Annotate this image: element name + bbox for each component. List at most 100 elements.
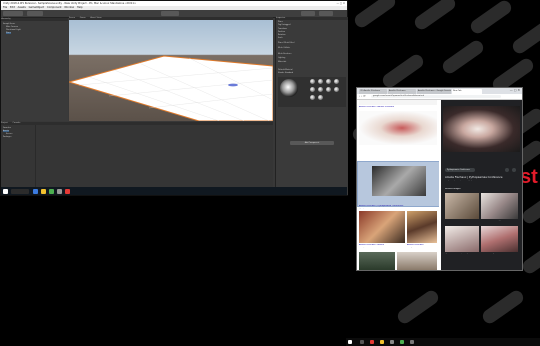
unity-icon[interactable] bbox=[57, 188, 62, 194]
app-icon[interactable] bbox=[65, 188, 70, 194]
material-thumb[interactable] bbox=[326, 79, 331, 84]
ground-plane bbox=[69, 55, 273, 121]
taskbar-app-icon[interactable] bbox=[370, 340, 374, 344]
mesh-filter-section[interactable]: Plane (Mesh Filter) bbox=[278, 42, 295, 44]
material-thumb[interactable] bbox=[318, 95, 323, 100]
layout-dropdown[interactable] bbox=[319, 11, 333, 16]
preview-title[interactable]: Amélie Fléchaux | Pythopéaméa Conférence bbox=[445, 176, 520, 179]
play-controls[interactable] bbox=[161, 11, 179, 16]
inspector-header[interactable]: Inspector bbox=[276, 17, 348, 20]
start-icon[interactable] bbox=[3, 188, 8, 194]
layers-dropdown[interactable] bbox=[301, 11, 315, 16]
tab-console[interactable]: Console bbox=[12, 122, 20, 124]
address-bar[interactable]: google.com/search?q=amelie+flechaux&tbm=… bbox=[371, 95, 501, 98]
materials-section[interactable]: Materials bbox=[278, 61, 286, 63]
menu-help[interactable]: Help bbox=[77, 6, 83, 9]
taskbar-app-icon[interactable] bbox=[380, 340, 384, 344]
rotation-row[interactable]: Rotation bbox=[278, 34, 286, 36]
position-row[interactable]: Position bbox=[278, 31, 285, 33]
scene-view[interactable] bbox=[69, 20, 273, 121]
material-thumb[interactable] bbox=[310, 95, 315, 100]
material-thumb[interactable] bbox=[310, 87, 315, 92]
save-icon[interactable] bbox=[512, 168, 516, 172]
unity-window[interactable]: Unity 2018.4.0f1 Personal - SampleScene.… bbox=[0, 0, 348, 196]
hierarchy-item[interactable]: Plane bbox=[6, 32, 11, 34]
related-caption[interactable]: Amélie Fléchaux: Ceeqq Belo... bbox=[481, 220, 518, 221]
mesh-collider-section[interactable]: Mesh Collider bbox=[278, 47, 290, 49]
source-label: Pythopéaméa Conférence bbox=[447, 169, 471, 171]
related-image[interactable] bbox=[481, 226, 518, 252]
hierarchy-item[interactable]: Main Camera bbox=[6, 26, 18, 28]
search-box[interactable] bbox=[11, 188, 29, 194]
project-folder[interactable]: Scenes bbox=[6, 133, 12, 135]
material-thumb[interactable] bbox=[334, 79, 339, 84]
copyright-note: Images may be subject to copyright. Lear… bbox=[445, 180, 484, 181]
material-thumb[interactable] bbox=[334, 87, 339, 92]
taskbar-app-icon[interactable] bbox=[360, 340, 364, 344]
hierarchy-item[interactable]: SampleScene bbox=[3, 23, 15, 25]
tab-asset-store[interactable]: Asset Store bbox=[90, 17, 101, 19]
menu-gameobject[interactable]: GameObject bbox=[29, 6, 45, 9]
scale-row[interactable]: Scale bbox=[278, 37, 283, 39]
menu-component[interactable]: Component bbox=[47, 6, 62, 9]
project-panel[interactable]: Favorites Assets Scenes Packages bbox=[1, 125, 273, 187]
lighting-section[interactable]: Lighting bbox=[278, 57, 285, 59]
hierarchy-item[interactable]: Directional Light bbox=[6, 29, 21, 31]
preview-image[interactable] bbox=[443, 106, 520, 152]
transform-tools[interactable] bbox=[3, 11, 23, 16]
menu-assets[interactable]: Assets bbox=[18, 6, 26, 9]
related-image[interactable] bbox=[445, 193, 479, 219]
result-image[interactable] bbox=[359, 252, 395, 270]
tag-field[interactable]: Tag Untagged bbox=[278, 24, 290, 26]
window-controls-icon[interactable]: — ▢ ✕ bbox=[510, 88, 520, 92]
edge-icon[interactable] bbox=[33, 188, 38, 194]
chrome-icon[interactable] bbox=[49, 188, 54, 194]
pivot-toggle[interactable] bbox=[27, 11, 43, 16]
share-icon[interactable] bbox=[505, 168, 509, 172]
tab-scene[interactable]: Scene bbox=[69, 17, 75, 19]
material-thumb[interactable] bbox=[318, 79, 323, 84]
taskbar-app-icon[interactable] bbox=[410, 340, 414, 344]
hierarchy-panel[interactable]: SampleScene Main Camera Directional Ligh… bbox=[1, 21, 68, 121]
project-folder[interactable]: Packages bbox=[3, 136, 11, 138]
result-image[interactable] bbox=[359, 111, 437, 145]
result-strip[interactable] bbox=[359, 100, 437, 105]
explorer-icon[interactable] bbox=[41, 188, 46, 194]
menu-edit[interactable]: Edit bbox=[10, 6, 15, 9]
result-image[interactable] bbox=[397, 252, 437, 270]
start-icon[interactable] bbox=[348, 340, 352, 344]
result-image[interactable] bbox=[359, 211, 405, 243]
taskbar-app-icon[interactable] bbox=[390, 340, 394, 344]
related-caption[interactable]: Amélie Fléchaux - Photo - La vie... bbox=[445, 220, 479, 221]
add-component-button[interactable]: Add Component bbox=[290, 141, 334, 145]
object-name[interactable]: Plane bbox=[278, 21, 283, 23]
image-preview-panel[interactable]: Pythopéaméa Conférence Amélie Fléchaux |… bbox=[441, 100, 522, 270]
tab-game[interactable]: Game bbox=[80, 17, 86, 19]
mesh-renderer-section[interactable]: Mesh Renderer bbox=[278, 53, 292, 55]
chrome-window[interactable]: (1) Amélie Fléchaux Amélie Fléchaux Amél… bbox=[356, 87, 523, 271]
selected-result[interactable] bbox=[357, 161, 439, 207]
material-thumb[interactable] bbox=[326, 87, 331, 92]
see-more-link[interactable]: See more bbox=[507, 188, 515, 189]
taskbar-app-icon[interactable] bbox=[400, 340, 404, 344]
inspector-panel[interactable]: Inspector Plane Tag Untagged Transform P… bbox=[275, 17, 348, 195]
related-caption[interactable]: I.J. Amélie Fléchaux | Artmajeur bbox=[445, 253, 479, 254]
material-thumb[interactable] bbox=[318, 87, 323, 92]
related-caption[interactable]: Artist of the day: Amélie Fléch... bbox=[481, 253, 518, 254]
menu-window[interactable]: Window bbox=[64, 6, 74, 9]
image-results[interactable]: Amélie Fléchaux - Amélie Fléchaux amelie… bbox=[357, 100, 439, 270]
visit-source-button[interactable]: Pythopéaméa Conférence bbox=[445, 168, 475, 172]
menu-file[interactable]: File bbox=[3, 6, 7, 9]
result-image[interactable] bbox=[407, 211, 437, 243]
related-image[interactable] bbox=[445, 226, 479, 252]
result-source: pythopeamea.com bbox=[359, 207, 374, 209]
project-folder[interactable]: Favorites bbox=[3, 127, 11, 129]
material-name[interactable]: Default-Material bbox=[278, 69, 293, 71]
tab-project[interactable]: Project bbox=[1, 122, 8, 124]
material-thumb[interactable] bbox=[310, 79, 315, 84]
related-image[interactable] bbox=[481, 193, 518, 219]
transform-section[interactable]: Transform bbox=[278, 28, 287, 30]
shader-field[interactable]: Shader Standard bbox=[278, 72, 293, 74]
project-folder[interactable]: Assets bbox=[3, 130, 9, 132]
back-forward-icon[interactable]: ‹ › ⟳ bbox=[359, 94, 366, 98]
